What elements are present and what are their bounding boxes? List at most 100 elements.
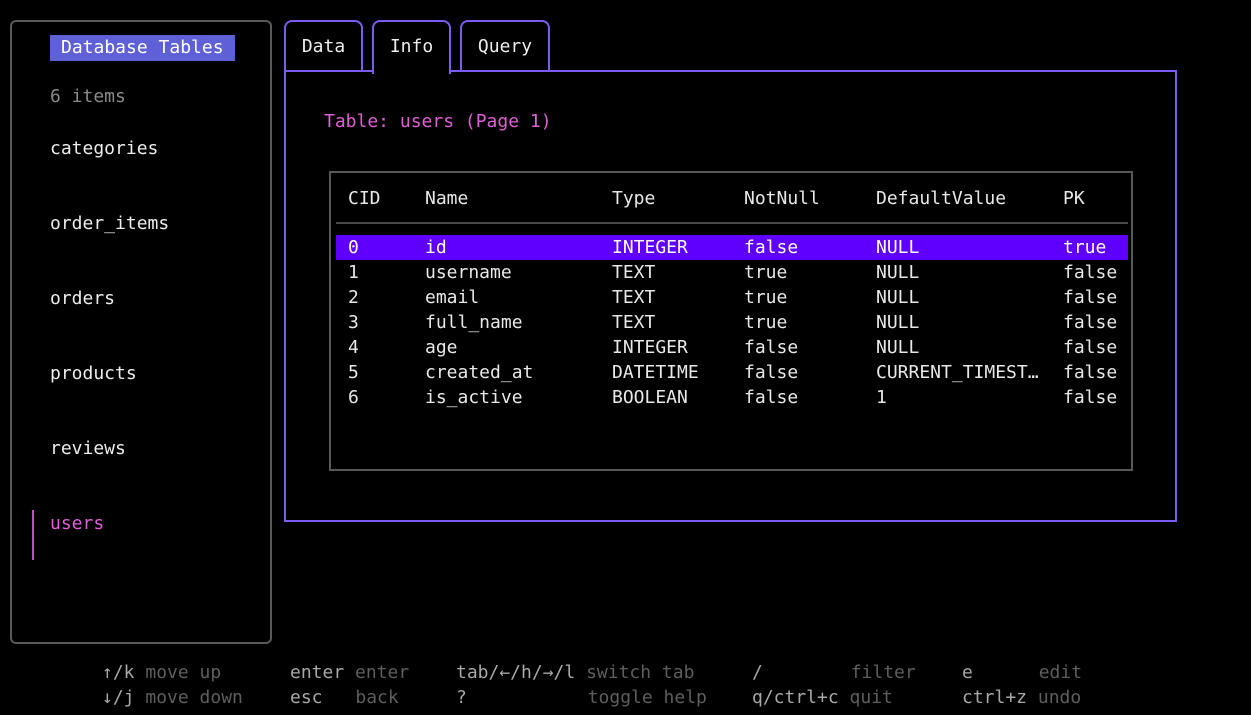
selection-indicator xyxy=(32,510,34,560)
cell-pk: false xyxy=(1063,312,1118,333)
table-row[interactable]: 6 is_active BOOLEAN false 1 false xyxy=(336,385,1128,410)
header-cid: CID xyxy=(348,188,381,209)
cell-cid: 6 xyxy=(348,387,359,408)
cell-notnull: true xyxy=(744,262,788,283)
cell-pk: false xyxy=(1063,362,1118,383)
help-key: ctrl+z xyxy=(962,687,1028,708)
schema-table: CID Name Type NotNull DefaultValue PK 0 … xyxy=(329,171,1133,471)
table-row[interactable]: 2 email TEXT true NULL false xyxy=(336,285,1128,310)
cell-cid: 3 xyxy=(348,312,359,333)
cell-cid: 0 xyxy=(348,237,359,258)
cell-type: TEXT xyxy=(612,287,656,308)
sidebar-item-order-items[interactable]: order_items xyxy=(50,211,169,237)
cell-notnull: false xyxy=(744,237,799,258)
help-desc: toggle help xyxy=(587,687,707,708)
help-key: q/ctrl+c xyxy=(752,687,839,708)
help-desc: switch tab xyxy=(586,662,695,683)
header-notnull: NotNull xyxy=(744,188,820,209)
cell-pk: false xyxy=(1063,262,1118,283)
help-undo: ctrl+z undo xyxy=(962,685,1081,710)
sidebar-item-categories[interactable]: categories xyxy=(50,136,158,162)
tables-sidebar: Database Tables 6 items categories order… xyxy=(10,20,272,644)
help-key: esc xyxy=(290,687,323,708)
cell-notnull: false xyxy=(744,387,799,408)
tab-info[interactable]: Info xyxy=(372,20,451,74)
help-desc: move up xyxy=(145,662,222,683)
table-row[interactable]: 5 created_at DATETIME false CURRENT_TIME… xyxy=(336,360,1128,385)
cell-pk: true xyxy=(1063,237,1107,258)
sidebar-item-users[interactable]: users xyxy=(50,511,104,537)
cell-notnull: true xyxy=(744,312,788,333)
cell-default: CURRENT_TIMEST… xyxy=(876,362,1039,383)
help-toggle-help: ? toggle help xyxy=(456,685,707,710)
cell-name: age xyxy=(425,337,458,358)
help-key: tab/←/h/→/l xyxy=(456,662,576,683)
header-defaultvalue: DefaultValue xyxy=(876,188,1007,209)
help-key: / xyxy=(752,662,763,683)
item-count: 6 items xyxy=(50,86,126,107)
sidebar-item-products[interactable]: products xyxy=(50,361,137,387)
cell-name: username xyxy=(425,262,512,283)
cell-type: INTEGER xyxy=(612,337,688,358)
header-separator xyxy=(336,222,1128,224)
help-enter: enter enter xyxy=(290,660,409,685)
help-desc: edit xyxy=(1038,662,1083,683)
tab-info-label: Info xyxy=(389,36,434,57)
cell-cid: 5 xyxy=(348,362,359,383)
table-header-row: CID Name Type NotNull DefaultValue PK xyxy=(336,186,1128,211)
cell-default: NULL xyxy=(876,312,920,333)
help-desc: quit xyxy=(849,687,893,708)
info-panel: Table: users (Page 1) CID Name Type NotN… xyxy=(284,70,1177,522)
cell-pk: false xyxy=(1063,287,1118,308)
help-move-down: ↓/j move down xyxy=(102,685,243,710)
cell-notnull: false xyxy=(744,337,799,358)
help-switch-tab: tab/←/h/→/l switch tab xyxy=(456,660,694,685)
help-key: ↓/j xyxy=(102,687,135,708)
cell-default: NULL xyxy=(876,262,920,283)
help-quit: q/ctrl+c quit xyxy=(752,685,893,710)
table-row[interactable]: 3 full_name TEXT true NULL false xyxy=(336,310,1128,335)
help-desc: filter xyxy=(850,662,916,683)
cell-type: INTEGER xyxy=(612,237,688,258)
cell-default: NULL xyxy=(876,237,920,258)
help-key: ? xyxy=(456,687,467,708)
cell-default: NULL xyxy=(876,287,920,308)
sidebar-item-reviews[interactable]: reviews xyxy=(50,436,126,462)
tab-query-label: Query xyxy=(477,36,533,57)
cell-name: is_active xyxy=(425,387,523,408)
cell-default: NULL xyxy=(876,337,920,358)
help-desc: move down xyxy=(145,687,243,708)
tab-data-label: Data xyxy=(301,36,346,57)
tab-data[interactable]: Data xyxy=(284,20,363,70)
tab-query[interactable]: Query xyxy=(460,20,550,70)
table-row[interactable]: 1 username TEXT true NULL false xyxy=(336,260,1128,285)
cell-cid: 2 xyxy=(348,287,359,308)
cell-notnull: false xyxy=(744,362,799,383)
cell-type: DATETIME xyxy=(612,362,699,383)
help-back: esc back xyxy=(290,685,399,710)
cell-pk: false xyxy=(1063,337,1118,358)
help-filter: / filter xyxy=(752,660,916,685)
cell-name: full_name xyxy=(425,312,523,333)
help-key: ↑/k xyxy=(102,662,135,683)
help-edit: e edit xyxy=(962,660,1082,685)
cell-cid: 1 xyxy=(348,262,359,283)
cell-cid: 4 xyxy=(348,337,359,358)
sidebar-item-orders[interactable]: orders xyxy=(50,286,115,312)
cell-default: 1 xyxy=(876,387,887,408)
sidebar-title: Database Tables xyxy=(50,35,235,61)
header-pk: PK xyxy=(1063,188,1085,209)
help-desc: back xyxy=(355,687,399,708)
help-key: e xyxy=(962,662,973,683)
app-screen: Database Tables 6 items categories order… xyxy=(0,0,1251,715)
cell-pk: false xyxy=(1063,387,1118,408)
header-type: Type xyxy=(612,188,656,209)
cell-type: TEXT xyxy=(612,312,656,333)
cell-name: email xyxy=(425,287,480,308)
table-row[interactable]: 4 age INTEGER false NULL false xyxy=(336,335,1128,360)
header-name: Name xyxy=(425,188,469,209)
table-row[interactable]: 0 id INTEGER false NULL true xyxy=(336,235,1128,260)
cell-notnull: true xyxy=(744,287,788,308)
help-desc: enter xyxy=(355,662,410,683)
help-desc: undo xyxy=(1037,687,1082,708)
